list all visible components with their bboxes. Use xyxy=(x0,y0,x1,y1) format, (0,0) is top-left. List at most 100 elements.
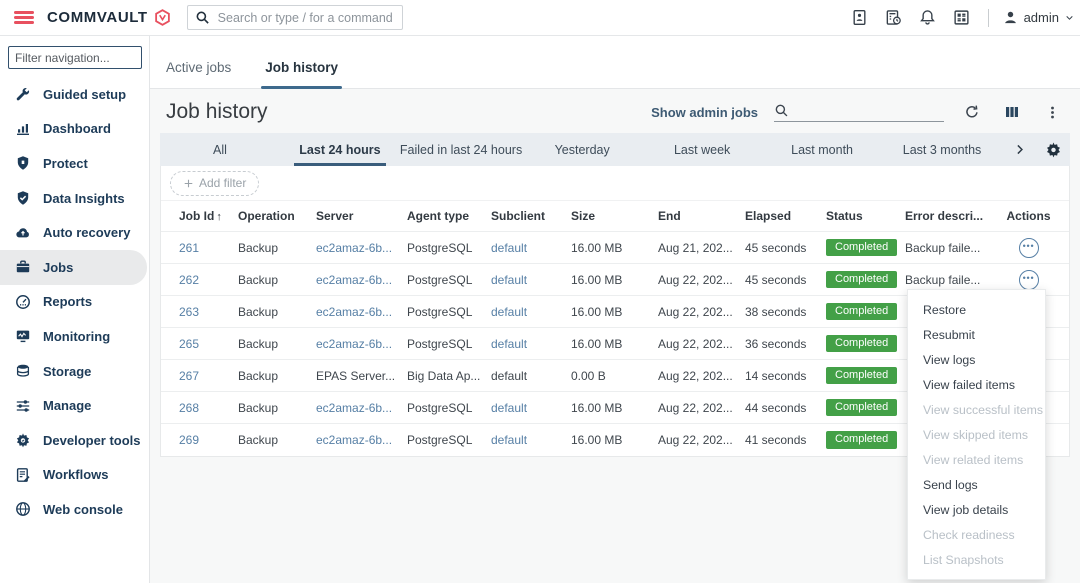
size-cell: 16.00 MB xyxy=(571,264,658,296)
subclient-link[interactable]: default xyxy=(491,433,527,447)
column-header-end[interactable]: End xyxy=(658,201,745,232)
job-id-link[interactable]: 267 xyxy=(179,369,199,383)
row-actions-ellipsis-button[interactable]: ••• xyxy=(1019,238,1039,258)
size-cell: 16.00 MB xyxy=(571,424,658,456)
operation-cell: Backup xyxy=(238,296,316,328)
end-cell: Aug 22, 202... xyxy=(658,296,745,328)
sidebar-item-manage[interactable]: Manage xyxy=(0,388,149,423)
user-menu[interactable]: admin xyxy=(1003,10,1076,25)
column-header-size[interactable]: Size xyxy=(571,201,658,232)
row-actions-context-menu: RestoreResubmitView logsView failed item… xyxy=(907,289,1046,580)
sidebar-item-dashboard[interactable]: Dashboard xyxy=(0,112,149,147)
job-id-link[interactable]: 268 xyxy=(179,401,199,415)
column-header-actions[interactable]: Actions xyxy=(988,201,1069,232)
report-icon[interactable] xyxy=(848,6,872,30)
column-header-elapsed[interactable]: Elapsed xyxy=(745,201,826,232)
elapsed-cell: 14 seconds xyxy=(745,360,826,392)
subclient-link[interactable]: default xyxy=(491,273,527,287)
sidebar-item-web-console[interactable]: Web console xyxy=(0,492,149,527)
scroll-right-icon[interactable] xyxy=(1002,133,1036,166)
time-filter-last-month[interactable]: Last month xyxy=(762,133,882,166)
menu-item-view-failed-items[interactable]: View failed items xyxy=(908,372,1045,397)
columns-icon[interactable] xyxy=(1000,100,1024,124)
refresh-icon[interactable] xyxy=(960,100,984,124)
status-badge: Completed xyxy=(826,335,897,353)
sidebar-item-reports[interactable]: Reports xyxy=(0,285,149,320)
monitor-icon xyxy=(15,328,31,344)
time-filter-last-3-months[interactable]: Last 3 months xyxy=(882,133,1002,166)
operation-cell: Backup xyxy=(238,424,316,456)
menu-item-send-logs[interactable]: Send logs xyxy=(908,472,1045,497)
size-cell: 16.00 MB xyxy=(571,328,658,360)
column-header-server[interactable]: Server xyxy=(316,201,407,232)
server-link[interactable]: ec2amaz-6b... xyxy=(316,305,392,319)
server-link[interactable]: ec2amaz-6b... xyxy=(316,401,392,415)
sidebar-item-workflows[interactable]: Workflows xyxy=(0,458,149,493)
sidebar-item-label: Manage xyxy=(43,398,91,413)
table-search-input[interactable] xyxy=(795,102,954,118)
menu-item-view-job-details[interactable]: View job details xyxy=(908,497,1045,522)
column-header-subclient[interactable]: Subclient xyxy=(491,201,571,232)
show-admin-jobs-toggle[interactable]: Show admin jobs xyxy=(651,105,758,120)
time-filter-all[interactable]: All xyxy=(160,133,280,166)
time-filter-failed-in-last-24-hours[interactable]: Failed in last 24 hours xyxy=(400,133,522,166)
filter-navigation-input[interactable] xyxy=(8,46,142,69)
job-id-link[interactable]: 262 xyxy=(179,273,199,287)
sidebar-item-auto-recovery[interactable]: Auto recovery xyxy=(0,215,149,250)
cloud-icon xyxy=(15,225,31,241)
time-filter-yesterday[interactable]: Yesterday xyxy=(522,133,642,166)
column-header-agent-type[interactable]: Agent type xyxy=(407,201,491,232)
sidebar-item-protect[interactable]: Protect xyxy=(0,146,149,181)
size-cell: 16.00 MB xyxy=(571,296,658,328)
sidebar-item-guided-setup[interactable]: Guided setup xyxy=(0,77,149,112)
command-search[interactable] xyxy=(187,5,403,30)
subclient-link[interactable]: default xyxy=(491,401,527,415)
server-link[interactable]: ec2amaz-6b... xyxy=(316,273,392,287)
job-id-link[interactable]: 261 xyxy=(179,241,199,255)
tab-active-jobs[interactable]: Active jobs xyxy=(164,60,233,88)
dev-gear-icon xyxy=(15,432,31,448)
views-settings-gear-icon[interactable] xyxy=(1036,133,1070,166)
end-cell: Aug 22, 202... xyxy=(658,328,745,360)
row-actions-ellipsis-button[interactable]: ••• xyxy=(1019,270,1039,290)
command-search-input[interactable] xyxy=(216,10,395,26)
add-filter-button[interactable]: Add filter xyxy=(170,171,259,196)
sidebar-item-data-insights[interactable]: Data Insights xyxy=(0,181,149,216)
sidebar-item-storage[interactable]: Storage xyxy=(0,354,149,389)
subclient-link[interactable]: default xyxy=(491,337,527,351)
server-link[interactable]: ec2amaz-6b... xyxy=(316,337,392,351)
server-link[interactable]: ec2amaz-6b... xyxy=(316,433,392,447)
tab-job-history[interactable]: Job history xyxy=(263,60,340,88)
job-id-link[interactable]: 263 xyxy=(179,305,199,319)
sidebar-item-jobs[interactable]: Jobs xyxy=(0,250,147,285)
commvault-logo[interactable]: COMMVAULT xyxy=(47,9,171,26)
table-search[interactable] xyxy=(774,102,944,122)
server-link[interactable]: ec2amaz-6b... xyxy=(316,241,392,255)
column-header-error-descri[interactable]: Error descri... xyxy=(905,201,988,232)
job-id-link[interactable]: 265 xyxy=(179,337,199,351)
agent-type-cell: PostgreSQL xyxy=(407,424,491,456)
column-header-operation[interactable]: Operation xyxy=(238,201,316,232)
time-filter-last-24-hours[interactable]: Last 24 hours xyxy=(280,133,400,166)
subclient-link[interactable]: default xyxy=(491,305,527,319)
table-row: 261Backupec2amaz-6b...PostgreSQLdefault1… xyxy=(161,232,1069,264)
time-filter-last-week[interactable]: Last week xyxy=(642,133,762,166)
apps-icon[interactable] xyxy=(950,6,974,30)
search-icon xyxy=(195,10,210,25)
sidebar-item-label: Workflows xyxy=(43,467,109,482)
menu-item-view-logs[interactable]: View logs xyxy=(908,347,1045,372)
menu-item-restore[interactable]: Restore xyxy=(908,297,1045,322)
sidebar-item-monitoring[interactable]: Monitoring xyxy=(0,319,149,354)
schedule-icon[interactable] xyxy=(882,6,906,30)
column-header-job-id[interactable]: Job Id↑ xyxy=(161,201,238,232)
end-cell: Aug 21, 202... xyxy=(658,232,745,264)
sidebar-item-developer-tools[interactable]: Developer tools xyxy=(0,423,149,458)
more-options-icon[interactable] xyxy=(1040,100,1064,124)
notifications-icon[interactable] xyxy=(916,6,940,30)
subclient-link[interactable]: default xyxy=(491,241,527,255)
shield-icon xyxy=(15,155,31,171)
menu-item-resubmit[interactable]: Resubmit xyxy=(908,322,1045,347)
menu-icon[interactable] xyxy=(14,8,34,26)
job-id-link[interactable]: 269 xyxy=(179,433,199,447)
column-header-status[interactable]: Status xyxy=(826,201,905,232)
